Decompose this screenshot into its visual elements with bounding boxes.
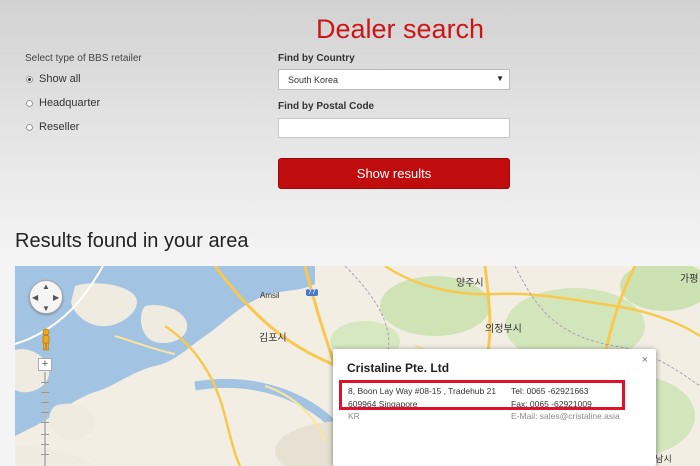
zoom-tick xyxy=(41,412,49,413)
pan-right-icon[interactable]: ▶ xyxy=(53,293,59,302)
dealer-email[interactable]: E-Mail: sales@cristaline.asia xyxy=(511,411,620,421)
zoom-tick xyxy=(41,382,49,383)
postal-code-label: Find by Postal Code xyxy=(278,101,375,112)
country-select[interactable]: South Korea ▼ xyxy=(278,69,510,90)
pan-left-icon[interactable]: ◀ xyxy=(32,293,38,302)
map-label-gapyeong: 가평 xyxy=(680,274,699,285)
results-heading: Results found in your area xyxy=(15,230,249,252)
map-view[interactable]: 양주시 김포시 Amsil 의정부시 가평 하남시 77 ▲ ▼ ◀ ▶ + C… xyxy=(15,266,700,466)
radio-show-all[interactable]: Show all xyxy=(26,73,81,85)
zoom-tick xyxy=(41,454,49,455)
zoom-tick xyxy=(41,402,49,403)
map-info-window: Cristaline Pte. Ltd × 8, Boon Lay Way #0… xyxy=(333,349,656,466)
page-title: Dealer search xyxy=(316,14,485,44)
retailer-type-label: Select type of BBS retailer xyxy=(25,53,142,64)
radio-button[interactable] xyxy=(26,99,33,107)
radio-button-checked[interactable] xyxy=(26,75,33,83)
radio-headquarter[interactable]: Headquarter xyxy=(26,97,100,109)
map-pan-control[interactable]: ▲ ▼ ◀ ▶ xyxy=(29,280,63,314)
map-label-amsil: Amsil xyxy=(260,291,280,300)
postal-code-input[interactable] xyxy=(278,118,510,138)
highlight-box xyxy=(339,380,625,410)
route-shield-icon: 77 xyxy=(306,289,318,296)
zoom-tick xyxy=(41,434,49,435)
map-label-yangju: 양주시 xyxy=(456,278,484,289)
country-select-value: South Korea xyxy=(288,74,339,85)
radio-button[interactable] xyxy=(26,123,33,131)
zoom-slider-track[interactable] xyxy=(44,372,46,466)
dealer-name: Cristaline Pte. Ltd xyxy=(347,361,450,375)
dealer-country-code: KR xyxy=(348,411,360,421)
radio-label: Show all xyxy=(39,73,81,85)
pan-up-icon[interactable]: ▲ xyxy=(42,282,50,291)
zoom-in-button[interactable]: + xyxy=(38,358,52,371)
zoom-tick xyxy=(41,444,49,445)
radio-label: Reseller xyxy=(39,121,80,133)
radio-label: Headquarter xyxy=(39,97,101,109)
map-label-uijeongbu: 의정부시 xyxy=(485,324,522,335)
country-label: Find by Country xyxy=(278,53,355,64)
radio-reseller[interactable]: Reseller xyxy=(26,121,79,133)
show-results-button[interactable]: Show results xyxy=(278,158,510,189)
zoom-tick xyxy=(41,392,49,393)
dropdown-arrow-icon: ▼ xyxy=(496,74,504,83)
street-view-pegman-icon[interactable] xyxy=(39,328,53,352)
zoom-tick xyxy=(41,422,49,423)
close-icon[interactable]: × xyxy=(642,354,648,366)
pan-down-icon[interactable]: ▼ xyxy=(42,304,50,313)
map-label-gimpo: 김포시 xyxy=(259,333,287,344)
